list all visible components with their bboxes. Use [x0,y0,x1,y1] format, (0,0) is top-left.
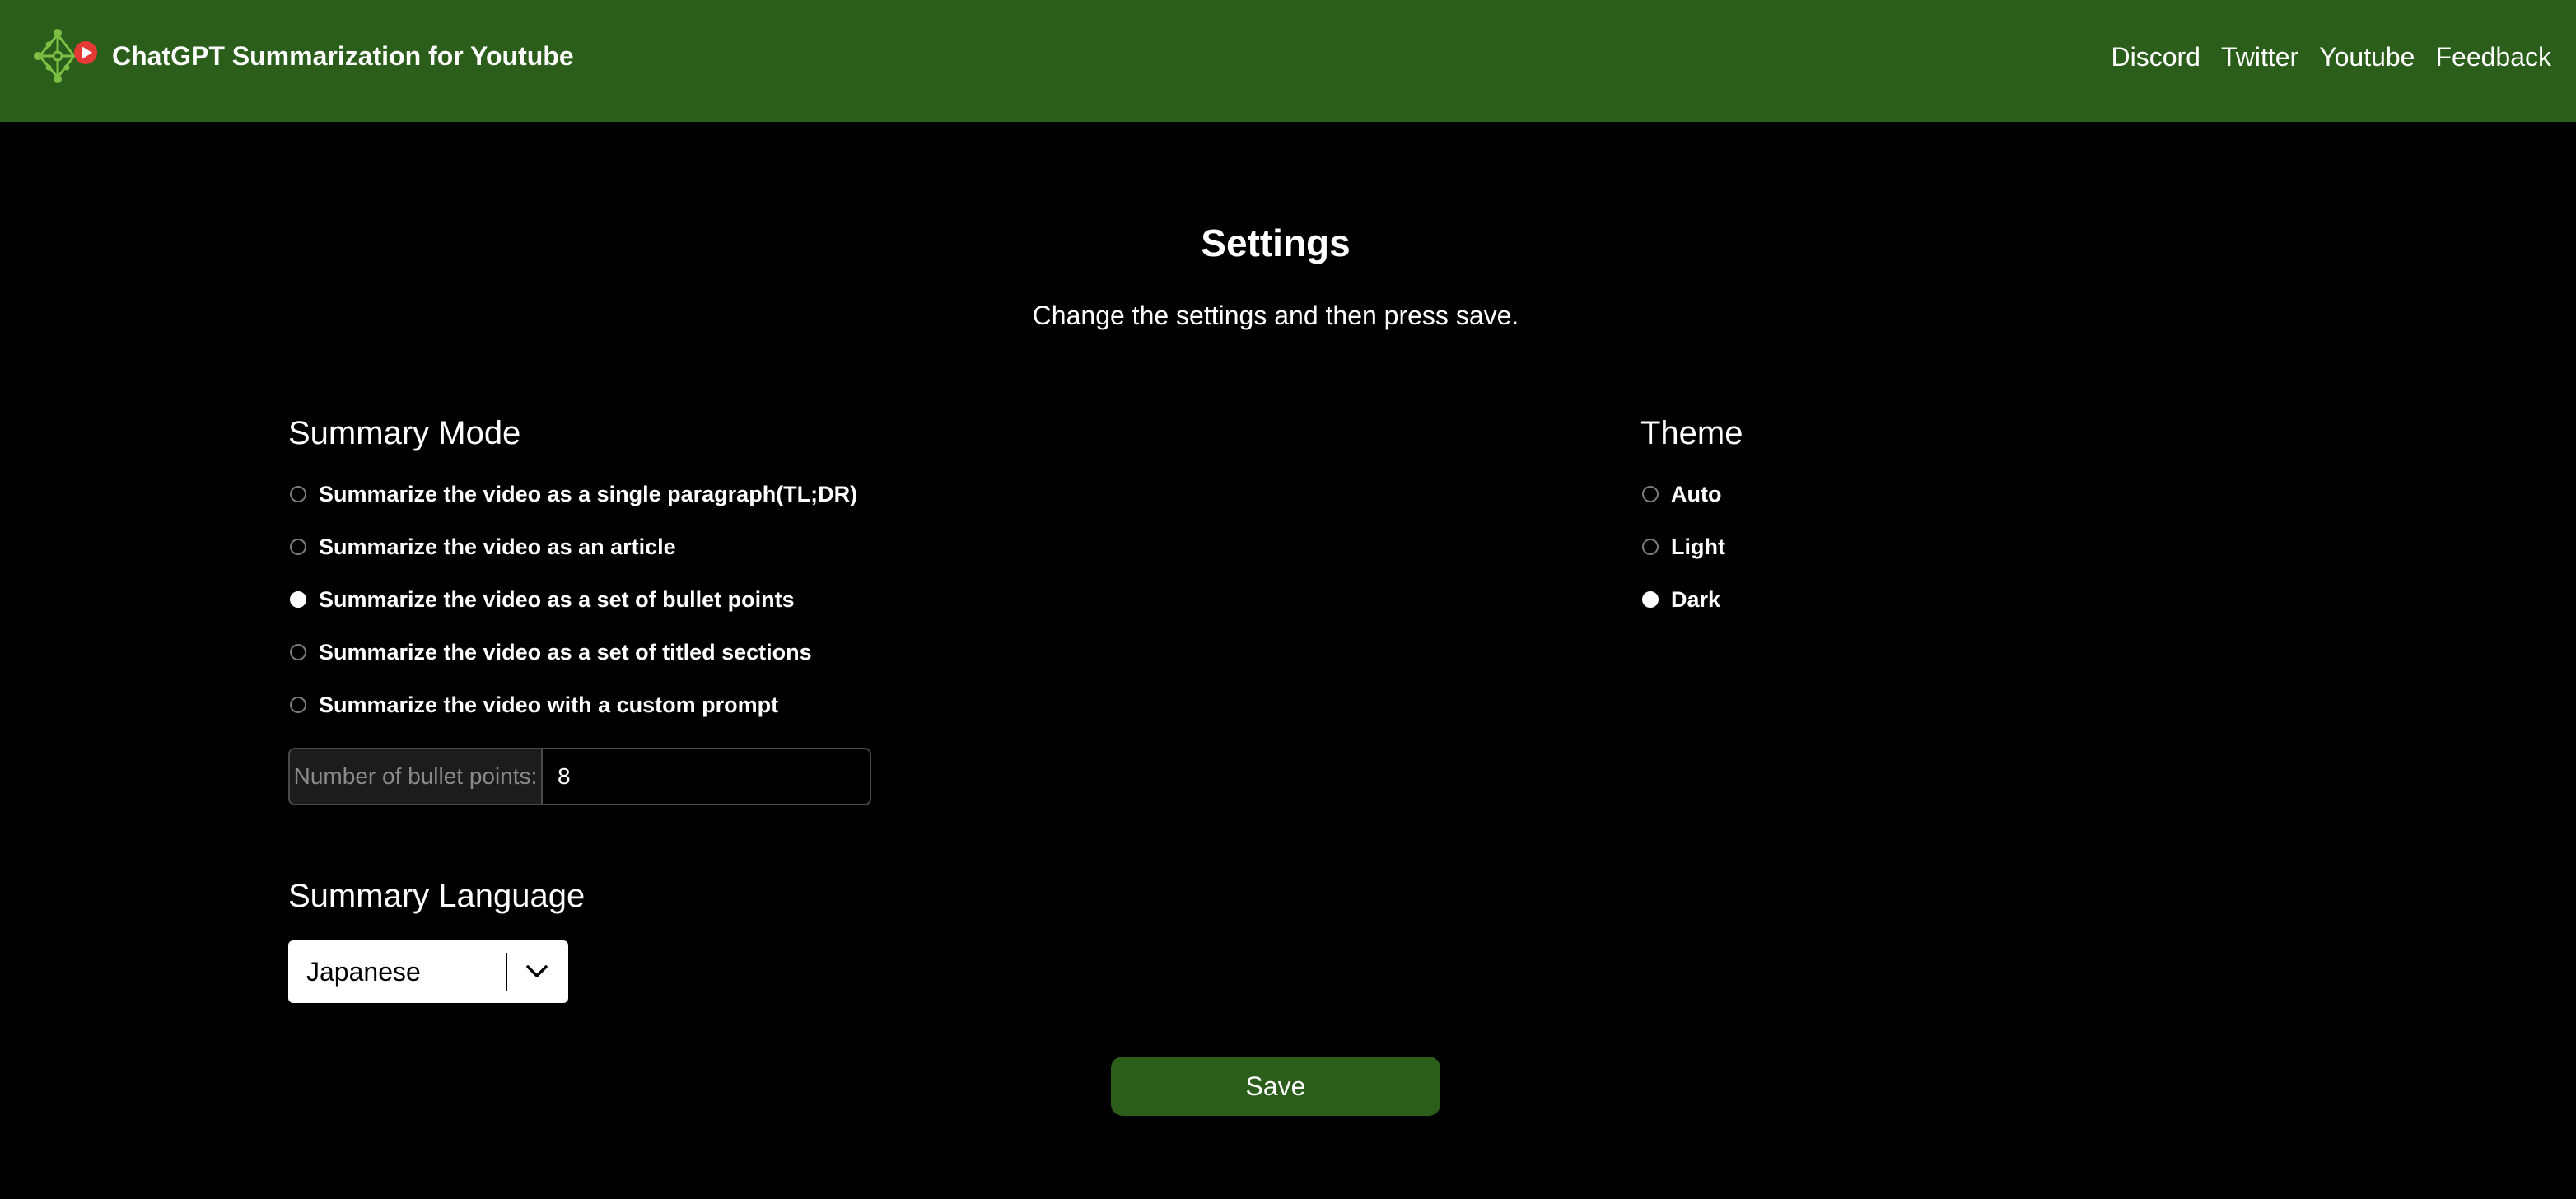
summary-mode-option-custom-prompt[interactable]: Summarize the video with a custom prompt [290,688,778,721]
radio-button[interactable] [1642,539,1659,555]
bullet-points-input[interactable] [543,749,870,804]
top-navbar: ChatGPT Summarization for Youtube Discor… [0,0,2576,122]
radio-button[interactable] [290,539,306,555]
summary-mode-option-article[interactable]: Summarize the video as an article [290,530,676,563]
radio-label: Summarize the video as a single paragrap… [319,481,858,506]
radio-label: Auto [1671,481,1722,506]
radio-button[interactable] [290,486,306,502]
summary-mode-heading: Summary Mode [288,415,521,451]
summary-language-heading: Summary Language [288,878,586,914]
radio-button[interactable] [290,697,306,713]
page-subtitle: Change the settings and then press save. [1032,301,1519,330]
brand[interactable]: ChatGPT Summarization for Youtube [33,28,574,84]
app-title: ChatGPT Summarization for Youtube [112,40,574,71]
nodes-youtube-logo-icon [34,29,97,83]
nav-link-discord[interactable]: Discord [2111,42,2200,72]
theme-option-dark[interactable]: Dark [1642,583,1720,616]
radio-button[interactable] [1642,486,1659,502]
bullet-points-label: Number of bullet points: [290,749,543,804]
radio-label: Summarize the video as a set of titled s… [319,639,812,665]
summary-mode-option-bullet-points[interactable]: Summarize the video as a set of bullet p… [290,583,795,616]
bullet-points-input-group: Number of bullet points: [288,748,871,805]
theme-option-light[interactable]: Light [1642,530,1725,563]
summary-language-select[interactable]: Japanese [288,940,568,1003]
nav-links: Discord Twitter Youtube Feedback [2090,0,2551,114]
summary-mode-option-tldr[interactable]: Summarize the video as a single paragrap… [290,478,857,511]
radio-label: Summarize the video as a set of bullet p… [319,586,795,612]
radio-button[interactable] [1642,591,1659,608]
theme-heading: Theme [1640,415,1743,451]
radio-label: Light [1671,534,1725,559]
page-title: Settings [1201,222,1351,264]
nav-link-feedback[interactable]: Feedback [2435,42,2551,72]
chevron-down-icon[interactable] [507,942,567,1001]
selected-language: Japanese [306,956,421,987]
nav-link-youtube[interactable]: Youtube [2319,42,2415,72]
theme-option-auto[interactable]: Auto [1642,478,1721,511]
summary-mode-option-titled-sections[interactable]: Summarize the video as a set of titled s… [290,636,812,669]
radio-button[interactable] [290,644,306,660]
radio-label: Summarize the video with a custom prompt [319,692,779,717]
save-button[interactable]: Save [1111,1057,1440,1116]
nav-link-twitter[interactable]: Twitter [2221,42,2298,72]
radio-button[interactable] [290,591,306,608]
radio-label: Dark [1671,586,1721,612]
radio-label: Summarize the video as an article [319,534,676,559]
